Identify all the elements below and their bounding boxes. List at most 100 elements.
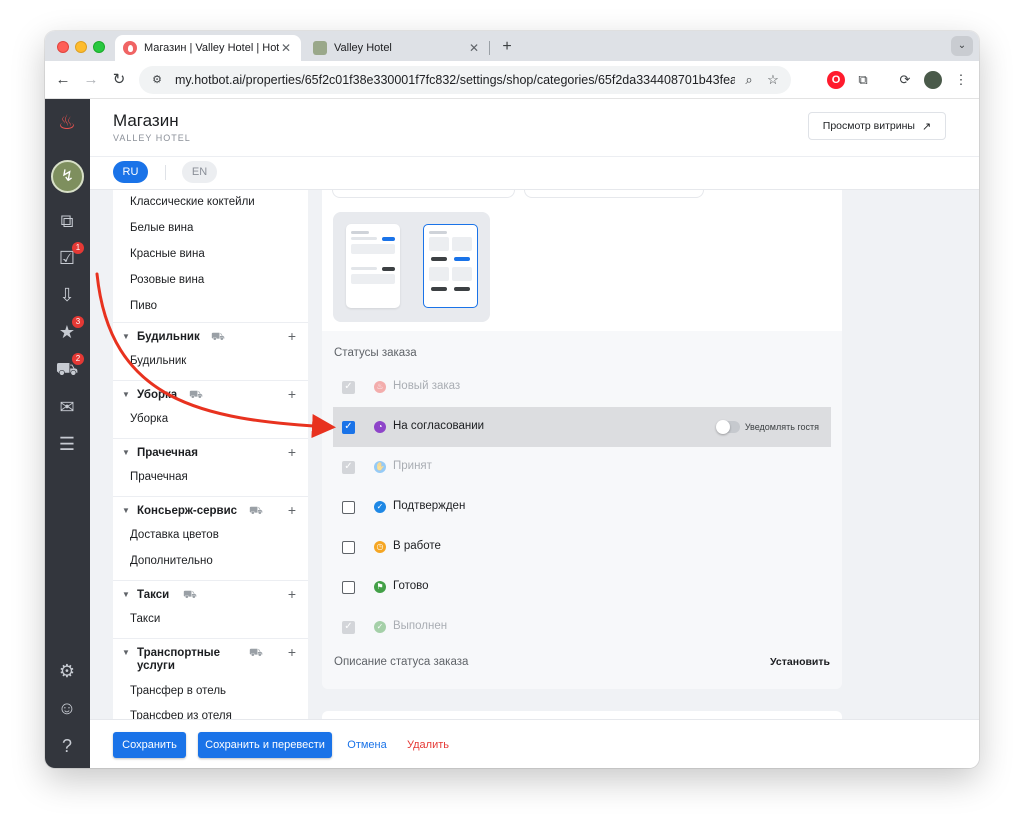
list-item[interactable]: Уборка (130, 413, 168, 425)
menu-dots-icon[interactable]: ⋮ (952, 71, 970, 89)
status-checkbox[interactable]: ✓ (342, 421, 355, 434)
profile-avatar[interactable] (924, 71, 942, 89)
chat-bubble-icon[interactable]: ☰ (55, 432, 79, 456)
tab-bar: Магазин | Valley Hotel | Hotbot ✕ Valley… (45, 31, 979, 61)
tab-close-icon[interactable]: ✕ (467, 41, 481, 55)
set-description-button[interactable]: Установить (770, 656, 830, 668)
list-item[interactable]: Пиво (130, 300, 157, 312)
save-button[interactable]: Сохранить (113, 732, 186, 758)
toggle-switch[interactable] (715, 420, 740, 434)
list-item[interactable]: Будильник (130, 355, 186, 367)
tab-close-icon[interactable]: ✕ (279, 41, 293, 55)
list-item[interactable]: Красные вина (130, 248, 205, 260)
delete-button[interactable]: Удалить (403, 732, 453, 758)
property-avatar-icon[interactable]: ↯ (51, 160, 84, 193)
layout-toggle (333, 212, 490, 322)
status-row-completed: ✓ ✓ Выполнен (333, 607, 831, 647)
status-label: Принят (393, 460, 432, 472)
list-item[interactable]: Дополнительно (130, 555, 213, 567)
order-statuses-heading: Статусы заказа (334, 347, 417, 359)
preview-line (351, 267, 377, 270)
notify-guest-toggle[interactable]: Уведомлять гостя (715, 420, 819, 434)
list-item[interactable]: Доставка цветов (130, 529, 219, 541)
group-title[interactable]: Консьерж-сервис (137, 505, 237, 518)
list-item[interactable]: Трансфер из отеля (130, 710, 232, 719)
storefront-preview-button[interactable]: Просмотр витрины ↗ (808, 112, 946, 140)
chevron-down-icon[interactable]: ▼ (122, 332, 130, 341)
group-title[interactable]: Будильник (137, 331, 200, 344)
account-user-icon[interactable]: ☺ (55, 696, 79, 720)
group-title[interactable]: Такси (137, 589, 169, 602)
inbox-download-icon[interactable]: ⇩ (55, 283, 79, 307)
category-group: ▼ Такси ⛟ + Такси (113, 580, 308, 638)
preview-button (431, 287, 447, 291)
chevron-down-icon[interactable]: ▼ (122, 648, 130, 657)
mail-envelope-icon[interactable]: ✉ (55, 395, 79, 419)
chevron-down-icon[interactable]: ▼ (122, 506, 130, 515)
list-item[interactable]: Такси (130, 613, 160, 625)
site-settings-icon[interactable]: ⚙ (149, 72, 165, 88)
cancel-button[interactable]: Отмена (342, 732, 392, 758)
url-text[interactable]: my.hotbot.ai/properties/65f2c01f38e33000… (175, 73, 735, 87)
add-item-plus-icon[interactable]: + (288, 586, 296, 602)
add-item-plus-icon[interactable]: + (288, 328, 296, 344)
status-row-in-progress: ◷ В работе (333, 527, 831, 567)
analytics-chart-icon[interactable]: ⧉ (55, 209, 79, 233)
add-item-plus-icon[interactable]: + (288, 644, 296, 660)
close-window-button[interactable] (57, 41, 69, 53)
option-pill[interactable] (524, 190, 704, 198)
zoom-window-button[interactable] (93, 41, 105, 53)
settings-gear-icon[interactable]: ⚙ (55, 659, 79, 683)
left-nav: ♨ ↯ ⧉ ☑ 1 ⇩ ★ 3 ⛟ 2 ✉ ☰ ⚙ ☺ ? (45, 99, 90, 768)
group-title[interactable]: Уборка (137, 389, 177, 402)
list-item[interactable]: Белые вина (130, 222, 193, 234)
valley-hotel-favicon-icon (313, 41, 327, 55)
lang-ru-button[interactable]: RU (113, 161, 148, 183)
category-group: ▼ Транспортные услуги ⛟ + Трансфер в оте… (113, 638, 308, 719)
add-item-plus-icon[interactable]: + (288, 386, 296, 402)
tab-shop[interactable]: Магазин | Valley Hotel | Hotbot ✕ (115, 35, 301, 61)
tab-search-chevron-icon[interactable]: ⌄ (951, 36, 973, 56)
extensions-puzzle-icon[interactable]: ⧉ (854, 71, 872, 89)
minimize-window-button[interactable] (75, 41, 87, 53)
list-item[interactable]: Розовые вина (130, 274, 204, 286)
help-question-icon[interactable]: ? (55, 734, 79, 758)
add-item-plus-icon[interactable]: + (288, 502, 296, 518)
add-item-plus-icon[interactable]: + (288, 444, 296, 460)
opera-extension-icon[interactable]: O (827, 71, 845, 89)
group-title[interactable]: Транспортные услуги (137, 647, 220, 673)
list-item[interactable]: Классические коктейли (130, 196, 255, 208)
status-checkbox[interactable] (342, 581, 355, 594)
hotbot-logo-icon[interactable]: ♨ (55, 111, 79, 135)
chevron-down-icon[interactable]: ▼ (122, 448, 130, 457)
list-item[interactable]: Прачечная (130, 471, 188, 483)
status-checkbox[interactable]: ✓ (342, 461, 355, 474)
status-checkbox[interactable]: ✓ (342, 381, 355, 394)
bookmark-star-icon[interactable]: ☆ (765, 72, 781, 88)
tab-valley-hotel[interactable]: Valley Hotel ✕ (305, 35, 489, 61)
chevron-down-icon[interactable]: ▼ (122, 590, 130, 599)
cart-off-icon: ⛟ (249, 505, 263, 517)
status-checkbox[interactable] (342, 501, 355, 514)
status-label: На согласовании (393, 420, 485, 432)
preview-button (454, 257, 470, 261)
layout-list-option[interactable] (346, 224, 400, 308)
list-item[interactable]: Трансфер в отель (130, 685, 226, 697)
sync-icon[interactable]: ⟳ (896, 71, 914, 89)
check-circle-icon: ✓ (374, 621, 386, 633)
option-pill[interactable] (332, 190, 515, 198)
new-tab-button[interactable]: + (497, 37, 517, 57)
chevron-down-icon[interactable]: ▼ (122, 390, 130, 399)
group-title[interactable]: Прачечная (137, 447, 198, 460)
layout-grid-option[interactable] (423, 224, 478, 308)
lang-en-button[interactable]: EN (182, 161, 217, 183)
status-checkbox[interactable] (342, 541, 355, 554)
address-bar[interactable]: ⚙ my.hotbot.ai/properties/65f2c01f38e330… (139, 66, 791, 94)
status-label: Подтвержден (393, 500, 466, 512)
save-and-translate-button[interactable]: Сохранить и перевести (198, 732, 332, 758)
zoom-icon[interactable]: ⌕ (741, 72, 757, 88)
forward-arrow-icon[interactable]: → (81, 70, 101, 90)
status-checkbox[interactable]: ✓ (342, 621, 355, 634)
back-arrow-icon[interactable]: ← (53, 70, 73, 90)
reload-icon[interactable]: ↻ (109, 70, 129, 90)
